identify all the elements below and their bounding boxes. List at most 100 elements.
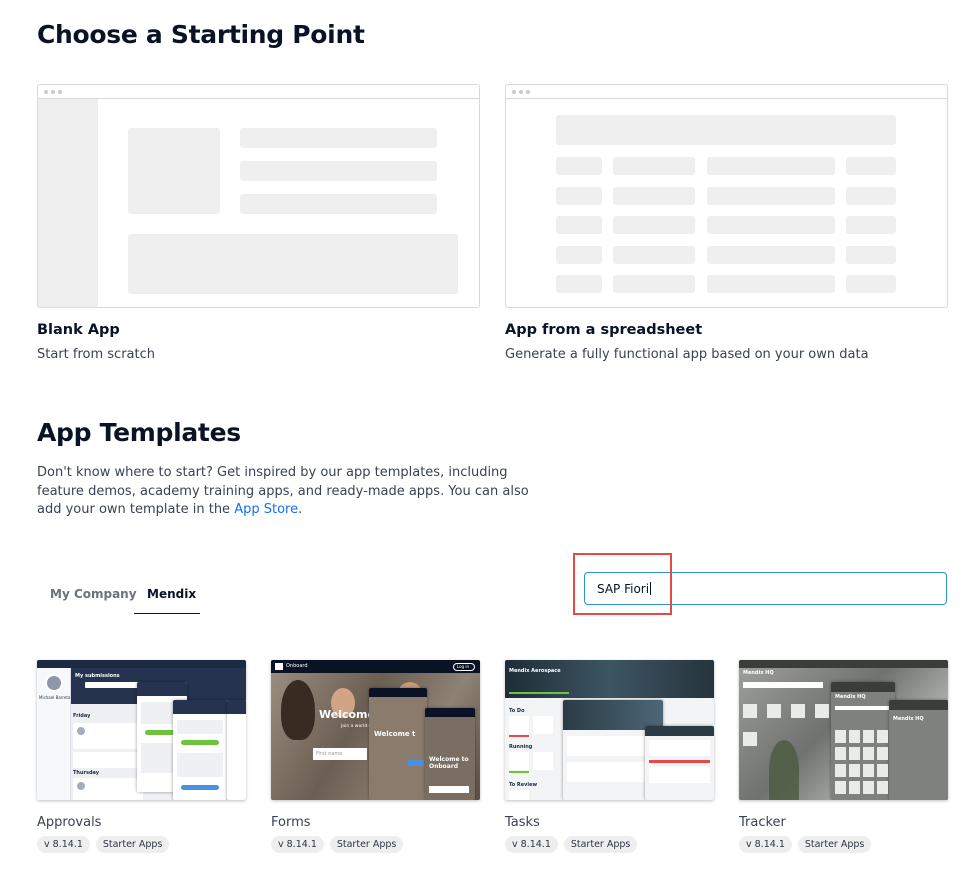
starting-point-title: Choose a Starting Point — [37, 20, 365, 49]
page: Choose a Starting Point Blank App Start … — [0, 0, 979, 886]
thumb-text: Welcome — [319, 708, 375, 721]
template-name: Forms — [271, 815, 311, 830]
thumb-text: To Do — [509, 708, 525, 714]
text-caret — [650, 582, 652, 595]
forms-thumbnail[interactable]: Onboard Log in Welcome Join a world-clas… — [271, 660, 480, 800]
thumb-text: Mendix HQ — [835, 694, 866, 700]
tab-mendix[interactable]: Mendix — [147, 587, 196, 601]
category-badge: Starter Apps — [797, 836, 872, 853]
thumb-text: My submissions — [75, 673, 120, 679]
version-badge: v 8.14.1 — [739, 836, 792, 853]
cell-placeholder — [556, 245, 602, 264]
templates-intro: Don't know where to start? Get inspired … — [37, 464, 537, 520]
template-tags: v 8.14.1 Starter Apps — [37, 836, 246, 853]
cell-placeholder — [707, 275, 835, 293]
cell-placeholder — [556, 275, 602, 293]
tracker-thumbnail[interactable]: Mendix HQ Mendix HQ Mendix HQ — [739, 660, 948, 800]
cell-placeholder — [613, 216, 695, 234]
cell-placeholder — [846, 275, 896, 293]
tile-placeholder — [835, 781, 846, 794]
template-name: Approvals — [37, 815, 102, 830]
tasks-thumbnail[interactable]: Mendix Aerospace To Do Running To Review — [505, 660, 714, 800]
template-tags: v 8.14.1 Starter Apps — [505, 836, 714, 853]
cell-placeholder — [707, 216, 835, 234]
tile-placeholder — [863, 730, 874, 743]
thumb-text: Log in — [457, 664, 470, 669]
cell-placeholder — [846, 216, 896, 234]
intro-end: . — [298, 502, 303, 517]
tile-placeholder — [863, 764, 874, 777]
thumb-text: Running — [509, 744, 533, 750]
app-store-link[interactable]: App Store — [234, 502, 298, 517]
template-name: Tracker — [739, 815, 786, 830]
template-card-forms[interactable]: Onboard Log in Welcome Join a world-clas… — [271, 660, 480, 853]
cell-placeholder — [707, 186, 835, 205]
blank-app-card[interactable]: Blank App Start from scratch — [37, 84, 480, 362]
tile-placeholder — [863, 747, 874, 760]
tile-placeholder — [849, 764, 860, 777]
spreadsheet-app-card[interactable]: App from a spreadsheet Generate a fully … — [505, 84, 948, 362]
window-bar — [38, 85, 479, 99]
thumb-text: Michael Barreta — [39, 695, 71, 700]
version-badge: v 8.14.1 — [37, 836, 90, 853]
tile-placeholder — [877, 747, 888, 760]
tile-placeholder — [877, 764, 888, 777]
template-tags: v 8.14.1 Starter Apps — [739, 836, 948, 853]
spreadsheet-app-description: Generate a fully functional app based on… — [505, 347, 869, 362]
tile-placeholder — [877, 781, 888, 794]
content-placeholder — [128, 234, 458, 294]
thumb-text: Onboard — [286, 663, 308, 669]
thumb-text: Mendix HQ — [893, 716, 924, 722]
tile-placeholder — [877, 730, 888, 743]
window-bar — [506, 85, 947, 99]
sidebar-placeholder — [38, 99, 98, 307]
cell-placeholder — [556, 157, 602, 175]
template-search-input[interactable]: SAP Fiori — [584, 572, 947, 605]
blank-app-description: Start from scratch — [37, 347, 155, 362]
thumb-text: First name — [316, 751, 343, 757]
template-card-tracker[interactable]: Mendix HQ Mendix HQ Mendix HQ Tracker v … — [739, 660, 948, 853]
template-card-approvals[interactable]: My submissions Michael Barreta Friday Th… — [37, 660, 246, 853]
category-badge: Starter Apps — [563, 836, 638, 853]
cell-placeholder — [613, 245, 695, 264]
thumb-text: Mendix Aerospace — [509, 668, 561, 674]
cell-placeholder — [613, 186, 695, 205]
thumb-text: Mendix HQ — [743, 670, 774, 676]
cell-placeholder — [556, 186, 602, 205]
table-header-placeholder — [556, 115, 896, 145]
template-card-tasks[interactable]: Mendix Aerospace To Do Running To Review — [505, 660, 714, 853]
category-badge: Starter Apps — [95, 836, 170, 853]
thumb-text: Friday — [73, 713, 91, 719]
version-badge: v 8.14.1 — [505, 836, 558, 853]
tab-my-company[interactable]: My Company — [50, 587, 137, 601]
spreadsheet-app-preview[interactable] — [505, 84, 948, 308]
cell-placeholder — [613, 275, 695, 293]
category-badge: Starter Apps — [329, 836, 404, 853]
app-templates-title: App Templates — [37, 418, 241, 447]
version-badge: v 8.14.1 — [271, 836, 324, 853]
approvals-thumbnail[interactable]: My submissions Michael Barreta Friday Th… — [37, 660, 246, 800]
blank-app-title: Blank App — [37, 322, 120, 338]
blank-app-preview[interactable] — [37, 84, 480, 308]
tile-placeholder — [835, 747, 846, 760]
tile-placeholder — [863, 781, 874, 794]
thumb-text: To Review — [509, 782, 538, 788]
cell-placeholder — [556, 216, 602, 234]
cell-placeholder — [846, 186, 896, 205]
tile-placeholder — [849, 781, 860, 794]
image-placeholder — [128, 128, 220, 214]
template-tags: v 8.14.1 Starter Apps — [271, 836, 480, 853]
tile-placeholder — [849, 747, 860, 760]
cell-placeholder — [613, 157, 695, 175]
active-tab-indicator — [134, 613, 200, 614]
tile-placeholder — [835, 730, 846, 743]
template-name: Tasks — [505, 815, 540, 830]
search-value: SAP Fiori — [597, 582, 650, 596]
spreadsheet-app-title: App from a spreadsheet — [505, 322, 703, 338]
cell-placeholder — [707, 245, 835, 264]
cell-placeholder — [707, 157, 835, 175]
thumb-text: Thursday — [73, 770, 100, 776]
tile-placeholder — [849, 730, 860, 743]
cell-placeholder — [846, 157, 896, 175]
cell-placeholder — [846, 245, 896, 264]
